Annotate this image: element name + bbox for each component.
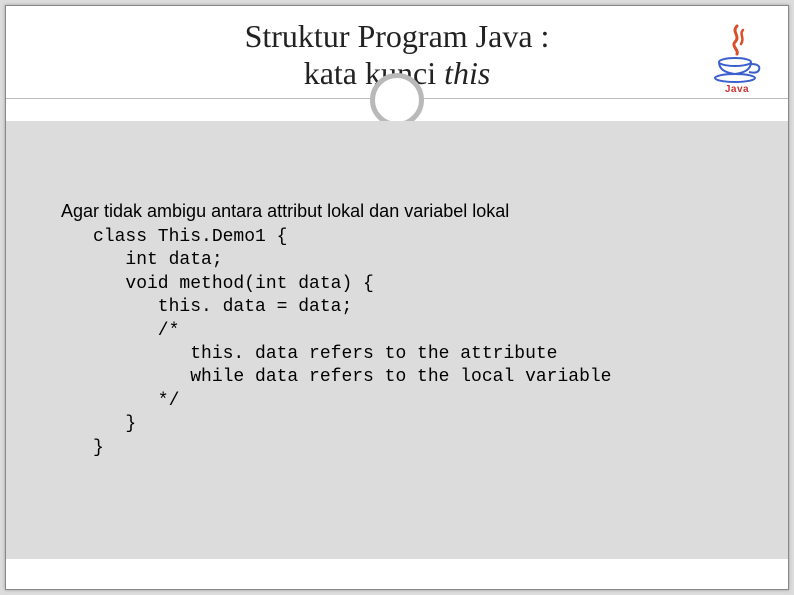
java-logo-text: Java <box>725 84 749 95</box>
slide: Struktur Program Java : kata kunci this … <box>5 5 789 590</box>
intro-text: Agar tidak ambigu antara attribut lokal … <box>61 201 758 222</box>
java-cup-icon <box>711 24 763 86</box>
title-keyword: this <box>444 55 490 91</box>
title-line-1: Struktur Program Java : <box>245 18 550 54</box>
slide-content: Agar tidak ambigu antara attribut lokal … <box>61 201 758 460</box>
java-logo: Java <box>702 14 772 104</box>
slide-header: Struktur Program Java : kata kunci this … <box>6 6 788 121</box>
title-ring-ornament <box>370 73 424 127</box>
code-block: class This.Demo1 { int data; void method… <box>61 226 758 460</box>
